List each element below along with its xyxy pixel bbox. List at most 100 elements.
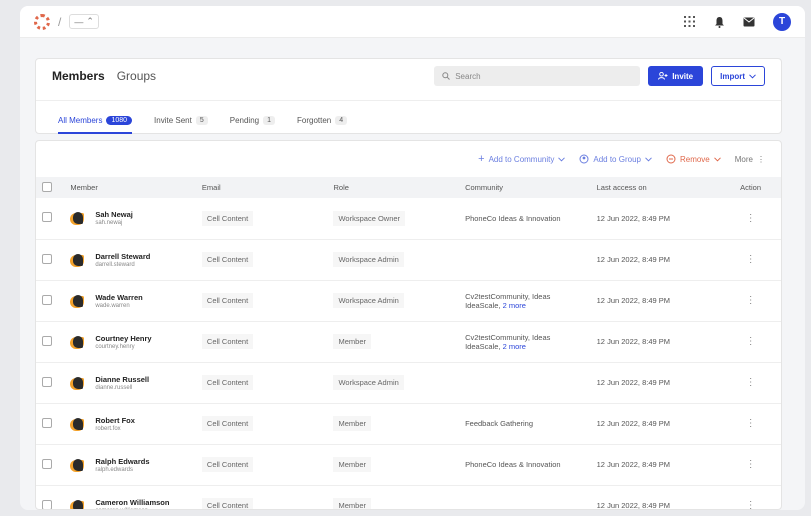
role-value[interactable]: Workspace Admin <box>333 293 404 308</box>
member-info[interactable]: Sah Newaj sah.newaj <box>70 209 190 227</box>
inbox-icon[interactable] <box>743 16 755 28</box>
bell-icon[interactable] <box>713 16 725 28</box>
row-actions-menu[interactable]: ⋮ <box>720 444 781 486</box>
invite-button[interactable]: Invite <box>648 66 704 86</box>
kebab-icon: ⋮ <box>745 377 756 388</box>
member-text: Wade Warren wade.warren <box>95 293 142 309</box>
row-checkbox[interactable] <box>42 458 52 469</box>
top-right-actions: T <box>683 12 791 31</box>
role-cell: Member <box>327 444 460 486</box>
community-more-link[interactable]: 2 more <box>503 301 526 310</box>
avatar <box>70 415 88 433</box>
column-header-last-access[interactable]: Last access on <box>591 177 721 198</box>
role-value[interactable]: Workspace Admin <box>333 252 404 267</box>
tab-groups[interactable]: Groups <box>117 69 156 83</box>
community-value: Feedback Gathering <box>465 419 534 428</box>
tab-forgotten[interactable]: Forgotten 4 <box>297 116 348 134</box>
row-actions-menu[interactable]: ⋮ <box>720 280 781 322</box>
email-value: Cell Content <box>201 416 254 431</box>
role-cell: Workspace Admin <box>327 280 460 322</box>
table-row[interactable]: Dianne Russell dianne.russell Cell Conte… <box>36 362 781 404</box>
email-cell: Cell Content <box>195 280 328 322</box>
email-value: Cell Content <box>201 375 254 390</box>
row-checkbox[interactable] <box>42 335 52 346</box>
grid-icon[interactable] <box>683 16 695 28</box>
role-value[interactable]: Member <box>333 416 371 431</box>
table-row[interactable]: Robert Fox robert.fox Cell Content Membe… <box>36 403 781 445</box>
row-actions-menu[interactable]: ⋮ <box>720 239 781 281</box>
kebab-icon: ⋮ <box>745 254 756 265</box>
more-button[interactable]: More ⋮ <box>735 155 765 164</box>
tab-all-members[interactable]: All Members 1080 <box>58 116 133 134</box>
column-header-email[interactable]: Email <box>196 177 328 198</box>
search-input[interactable]: Search <box>434 66 641 86</box>
tab-invite-sent[interactable]: Invite Sent 5 <box>154 116 208 134</box>
tab-pending[interactable]: Pending 1 <box>230 116 276 134</box>
member-info[interactable]: Robert Fox robert.fox <box>70 415 190 433</box>
email-cell: Cell Content <box>195 403 328 445</box>
member-info[interactable]: Darrell Steward darrell.steward <box>70 251 190 269</box>
community-more-link[interactable]: 2 more <box>503 342 526 351</box>
member-info[interactable]: Wade Warren wade.warren <box>70 292 190 310</box>
column-header-member[interactable]: Member <box>64 177 196 198</box>
select-all-cell <box>36 177 64 198</box>
member-text: Dianne Russell dianne.russell <box>95 375 149 391</box>
table-row[interactable]: Courtney Henry courtney.henry Cell Conte… <box>36 321 781 363</box>
member-cell: Wade Warren wade.warren <box>64 280 196 322</box>
role-value[interactable]: Member <box>333 334 371 349</box>
tab-label: Forgotten <box>297 116 332 125</box>
workspace-select[interactable]: — ⌃ <box>69 14 99 29</box>
add-to-community-button[interactable]: + Add to Community <box>478 153 566 165</box>
community-cell <box>459 362 591 404</box>
column-header-community[interactable]: Community <box>459 177 591 198</box>
member-text: Darrell Steward darrell.steward <box>95 252 150 268</box>
workspace-value: — <box>74 16 84 27</box>
table-row[interactable]: Wade Warren wade.warren Cell Content Wor… <box>36 280 781 322</box>
role-value[interactable]: Member <box>333 457 371 472</box>
tab-members[interactable]: Members <box>52 69 105 83</box>
role-cell: Workspace Admin <box>327 239 460 281</box>
header-row: Members Groups Search Invite Import <box>36 59 781 93</box>
table-row[interactable]: Sah Newaj sah.newaj Cell Content Workspa… <box>36 198 781 240</box>
member-text: Robert Fox robert.fox <box>95 416 135 432</box>
row-checkbox[interactable] <box>42 376 52 387</box>
role-value[interactable]: Workspace Admin <box>333 375 404 390</box>
select-all-checkbox[interactable] <box>42 181 52 192</box>
member-info[interactable]: Ralph Edwards ralph.edwards <box>70 456 190 474</box>
member-info[interactable]: Cameron Williamson cameron.williamson <box>70 497 190 509</box>
table-row[interactable]: Ralph Edwards ralph.edwards Cell Content… <box>36 444 781 486</box>
email-value: Cell Content <box>201 252 254 267</box>
logo-icon[interactable] <box>34 13 50 30</box>
user-avatar[interactable]: T <box>773 12 791 31</box>
row-actions-menu[interactable]: ⋮ <box>720 198 781 240</box>
remove-button[interactable]: Remove <box>666 154 721 164</box>
row-checkbox[interactable] <box>42 253 52 264</box>
member-cell: Ralph Edwards ralph.edwards <box>64 444 196 486</box>
role-value[interactable]: Workspace Owner <box>333 210 406 226</box>
row-actions-menu[interactable]: ⋮ <box>720 321 781 363</box>
last-access-cell: 12 Jun 2022, 8:49 PM <box>590 485 721 509</box>
member-name: Ralph Edwards <box>95 456 150 466</box>
row-actions-menu[interactable]: ⋮ <box>720 362 781 404</box>
email-value: Cell Content <box>201 457 254 472</box>
table-row[interactable]: Cameron Williamson cameron.williamson Ce… <box>36 485 781 509</box>
role-cell: Workspace Admin <box>327 362 460 404</box>
table-row[interactable]: Darrell Steward darrell.steward Cell Con… <box>36 239 781 281</box>
row-checkbox[interactable] <box>42 212 52 223</box>
row-checkbox[interactable] <box>42 294 52 305</box>
add-to-group-button[interactable]: Add to Group <box>579 154 652 164</box>
column-header-role[interactable]: Role <box>327 177 459 198</box>
row-actions-menu[interactable]: ⋮ <box>720 403 781 445</box>
avatar <box>70 456 88 474</box>
row-actions-menu[interactable]: ⋮ <box>720 485 781 509</box>
member-info[interactable]: Dianne Russell dianne.russell <box>70 374 190 392</box>
row-checkbox[interactable] <box>42 417 52 428</box>
row-checkbox[interactable] <box>42 499 52 509</box>
avatar <box>70 333 88 351</box>
last-access-cell: 12 Jun 2022, 8:49 PM <box>590 239 721 281</box>
member-info[interactable]: Courtney Henry courtney.henry <box>70 333 190 351</box>
role-value[interactable]: Member <box>333 498 371 509</box>
row-select-cell <box>36 444 65 486</box>
import-button[interactable]: Import <box>711 66 765 86</box>
community-cell: Cv2testCommunity, Ideas IdeaScale, 2 mor… <box>459 280 591 322</box>
